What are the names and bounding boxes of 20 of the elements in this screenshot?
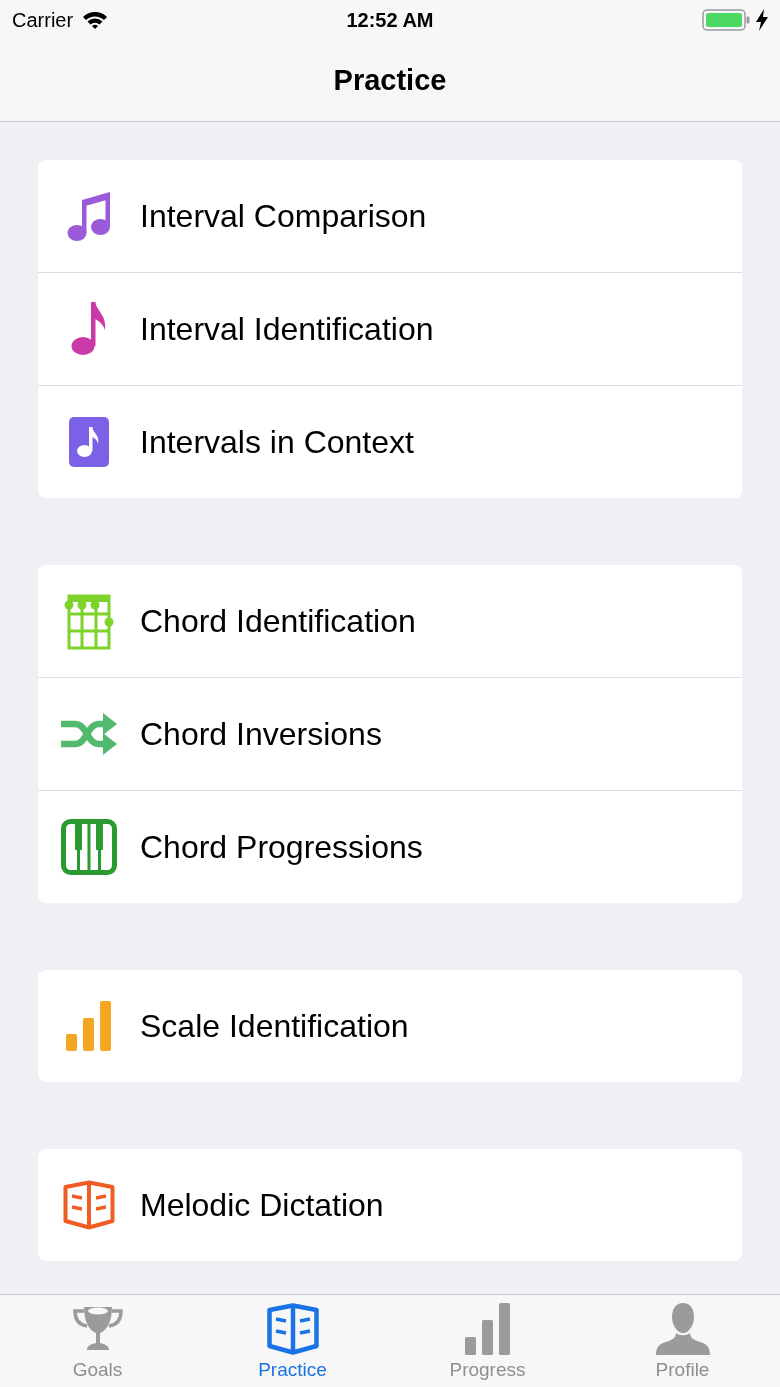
note-tile-icon (69, 417, 109, 467)
open-book-icon (63, 1180, 115, 1230)
list-item[interactable]: Chord Progressions (38, 790, 742, 903)
shuffle-icon (61, 711, 117, 757)
list-item[interactable]: Intervals in Context (38, 385, 742, 498)
open-book-icon (266, 1303, 319, 1355)
music-notes-icon (67, 190, 111, 242)
carrier-label: Carrier (12, 8, 74, 33)
time-label: 12:52 AM (346, 8, 434, 33)
bar-chart-icon (66, 1001, 112, 1051)
tab[interactable]: Practice (195, 1295, 390, 1387)
nav-title: Practice (333, 62, 447, 98)
bar-chart-icon (464, 1303, 511, 1355)
piano-keys-icon (61, 819, 117, 875)
music-note-icon (71, 302, 107, 356)
person-icon (655, 1303, 710, 1355)
charging-icon (756, 9, 768, 31)
chord-chart-icon (64, 592, 114, 650)
wifi-icon (83, 11, 108, 29)
battery-icon (702, 9, 750, 31)
